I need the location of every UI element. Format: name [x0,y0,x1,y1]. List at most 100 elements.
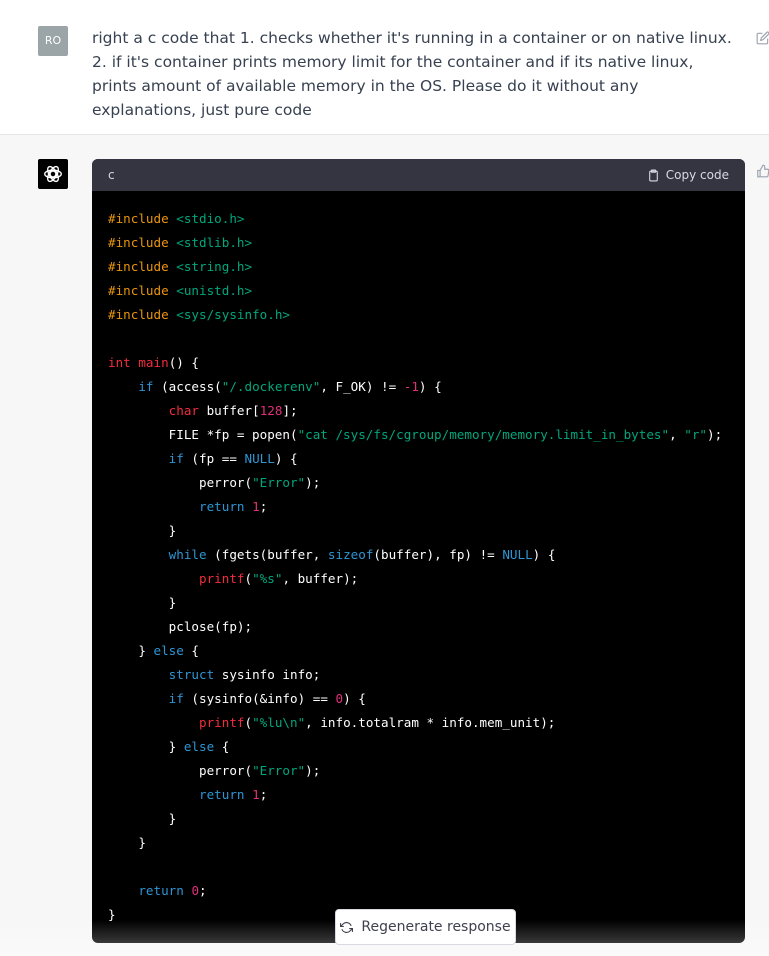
code-content: #include <stdio.h> #include <stdlib.h> #in… [92,191,745,927]
code-line: } [108,807,745,831]
code-token: } [108,811,177,826]
code-token: struct [168,667,215,682]
code-token: { [214,739,230,754]
code-line: if (access("/.dockerenv", F_OK) != -1) { [108,375,745,399]
code-token: 128 [259,403,283,418]
code-token: "%s" [252,571,283,586]
code-token: sizeof [327,547,374,562]
code-line: if (sysinfo(&info) == 0) { [108,687,745,711]
code-line: return 1; [108,783,745,807]
code-token: else [153,643,184,658]
code-token: } [108,595,177,610]
code-token: <sys/sysinfo.h> [176,307,290,322]
code-token: } [108,835,146,850]
code-line: perror("Error"); [108,471,745,495]
copy-code-button[interactable]: Copy code [647,168,729,183]
code-token: } [108,907,116,922]
code-line: return 1; [108,495,745,519]
code-token: perror( [108,763,253,778]
code-token: -1 [403,379,419,394]
code-token: NULL [244,451,275,466]
code-line: return 0; [108,879,745,903]
code-token: return [199,499,245,514]
code-token: main [138,355,169,370]
code-token: (access( [153,379,222,394]
code-token: #include [108,307,177,322]
code-token: () { [168,355,200,370]
code-token: (buffer), fp) != [373,547,503,562]
code-line: if (fp == NULL) { [108,447,745,471]
code-token: printf [199,715,245,730]
code-line: printf("%lu\n", info.totalram * info.mem… [108,711,745,735]
code-token: ); [707,427,723,442]
code-token: ) { [343,691,366,706]
code-token: , [669,427,685,442]
code-token: #include [108,259,177,274]
code-token: "/.dockerenv" [221,379,321,394]
openai-logo-icon [44,165,62,183]
code-token: #include [108,283,177,298]
code-token: } [108,523,177,538]
code-token: sysinfo info; [214,667,321,682]
code-token: 0 [335,691,344,706]
code-token: ; [259,499,268,514]
user-message-text: right a c code that 1. checks whether it… [92,29,732,119]
code-token: ; [259,787,268,802]
code-token: printf [199,571,245,586]
code-token: if [168,451,184,466]
code-line: #include <unistd.h> [108,279,745,303]
code-token: (fp == [183,451,245,466]
code-token: { [183,643,200,658]
assistant-avatar [38,159,68,189]
code-token: int [108,355,131,370]
code-token: else [183,739,215,754]
code-token: ( [244,571,253,586]
edit-icon[interactable] [756,31,769,45]
code-token: ( [244,715,253,730]
code-token: ); [305,763,321,778]
thumbs-up-icon[interactable] [756,163,769,179]
code-token: ) { [274,451,298,466]
assistant-message-row: c Copy code #include <stdio.h> #include <… [0,135,769,956]
clipboard-icon [648,169,658,181]
code-token: , F_OK) != [320,379,404,394]
code-token: "Error" [252,763,306,778]
code-line: #include <string.h> [108,255,745,279]
code-line: #include <stdlib.h> [108,231,745,255]
code-token: if [168,691,184,706]
code-token: NULL [502,547,533,562]
code-token: (fgets(buffer, [206,547,328,562]
code-line: } else { [108,639,745,663]
code-line: } [108,831,745,855]
code-token: pclose(fp); [108,619,253,634]
code-token: 0 [191,883,200,898]
code-token: buffer[ [199,403,260,418]
code-token: char [168,403,200,418]
code-token: ; [199,883,207,898]
code-token: if [138,379,154,394]
code-token: <stdlib.h> [176,235,253,250]
code-block-header: c Copy code [92,159,745,191]
code-token: ) { [532,547,556,562]
regenerate-label: Regenerate response [361,919,511,935]
regenerate-response-button[interactable]: Regenerate response [335,909,516,945]
code-line: printf("%s", buffer); [108,567,745,591]
code-token: perror( [108,475,253,490]
code-token: 1 [252,787,260,802]
code-token: <unistd.h> [176,283,253,298]
code-token: "r" [684,427,708,442]
code-token: FILE *fp = popen( [108,427,298,442]
code-token: #include [108,235,177,250]
code-line: char buffer[128]; [108,399,745,423]
copy-code-label: Copy code [665,168,729,182]
code-token: "%lu\n" [252,715,306,730]
